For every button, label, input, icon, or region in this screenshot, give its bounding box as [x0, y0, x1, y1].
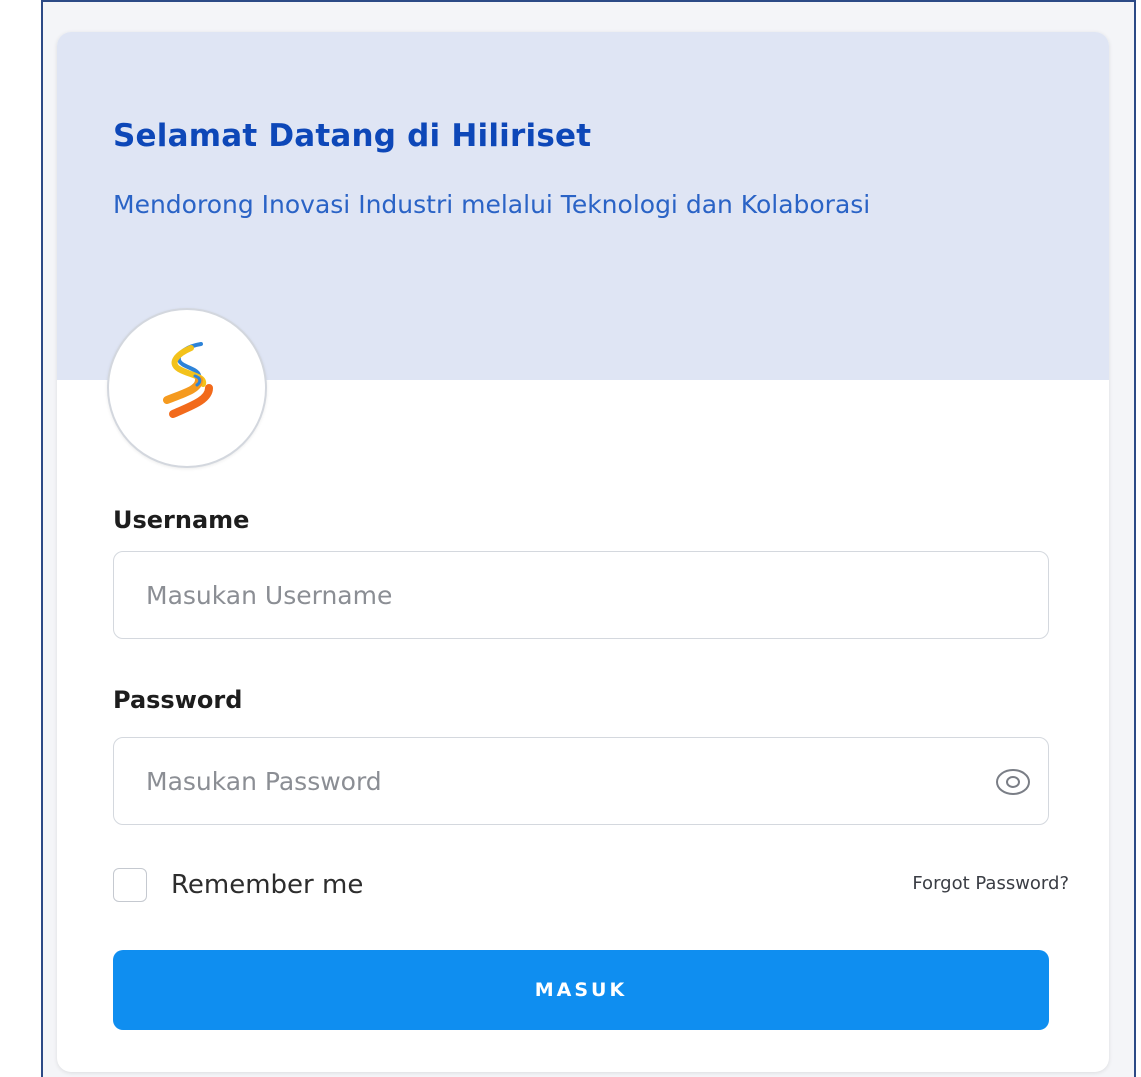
eye-icon[interactable] — [994, 765, 1032, 799]
page-frame: Selamat Datang di Hiliriset Mendorong In… — [41, 0, 1136, 1077]
hiliriset-logo-icon — [163, 342, 213, 418]
login-button[interactable]: MASUK — [113, 950, 1049, 1030]
username-field-box — [113, 551, 1049, 639]
remember-me-checkbox[interactable] — [113, 868, 147, 902]
logo-avatar — [107, 308, 267, 468]
forgot-password-link[interactable]: Forgot Password? — [912, 873, 1069, 894]
password-field-box — [113, 737, 1049, 825]
login-card: Selamat Datang di Hiliriset Mendorong In… — [57, 32, 1109, 1072]
remember-me-label[interactable]: Remember me — [171, 870, 363, 900]
remember-me-option[interactable]: Remember me — [113, 868, 363, 902]
username-input[interactable] — [146, 552, 966, 638]
password-label: Password — [113, 686, 243, 714]
page-title: Selamat Datang di Hiliriset — [113, 118, 592, 154]
page-subtitle: Mendorong Inovasi Industri melalui Tekno… — [113, 190, 871, 219]
username-label: Username — [113, 506, 250, 534]
password-input[interactable] — [146, 738, 966, 824]
